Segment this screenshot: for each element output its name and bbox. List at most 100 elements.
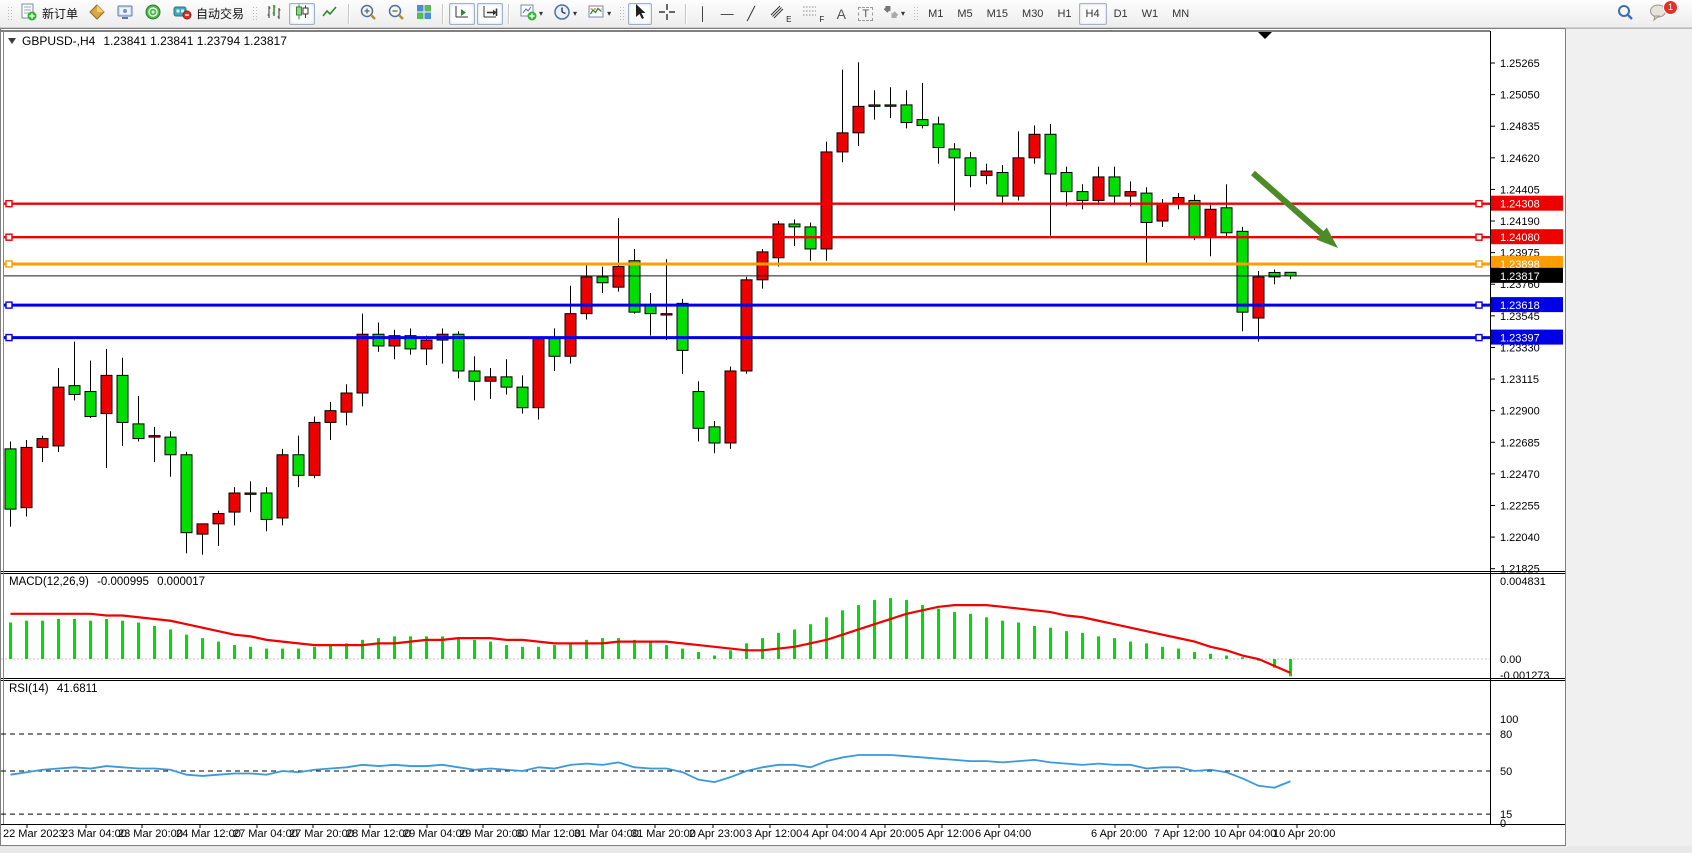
candle-body: [421, 340, 432, 349]
arrows-button[interactable]: ▾: [879, 3, 909, 25]
price-tick-label: 1.22685: [1500, 437, 1540, 449]
line-handle: [6, 201, 12, 207]
channel-icon: [768, 3, 786, 24]
tab-timeframe-m5[interactable]: M5: [950, 3, 979, 25]
search-icon: [1616, 3, 1634, 24]
candle-body: [821, 152, 832, 249]
line-handle: [1476, 335, 1482, 341]
crosshair-button[interactable]: [654, 3, 680, 25]
fibonacci-icon: [801, 3, 819, 24]
macd-axis-label: 0.004831: [1500, 576, 1546, 588]
text-label-button[interactable]: T: [854, 3, 877, 25]
time-tick-label: 22 Mar 2023: [3, 828, 65, 840]
candle-body: [357, 334, 368, 393]
price-tick-label: 1.23545: [1500, 311, 1540, 323]
tab-timeframe-h1[interactable]: H1: [1050, 3, 1078, 25]
candle-body: [85, 392, 96, 417]
trendline-button[interactable]: ╱: [740, 3, 762, 25]
candle-body: [1061, 173, 1072, 192]
candle-body: [149, 436, 160, 437]
new-order-button[interactable]: 新订单: [16, 3, 82, 25]
templates-button[interactable]: ▾: [583, 3, 615, 25]
rsi-name: RSI(14): [9, 683, 49, 695]
chart-ohlc-values: 1.23841 1.23841 1.23794 1.23817: [103, 34, 287, 48]
text-button[interactable]: A: [830, 3, 852, 25]
candle-body: [533, 339, 544, 408]
line-handle: [6, 302, 12, 308]
rsi-axis-label: 50: [1500, 766, 1512, 778]
vertical-line-button[interactable]: │: [692, 3, 714, 25]
notifications-button[interactable]: 1: [1645, 3, 1673, 25]
horizontal-line-button[interactable]: —: [716, 3, 738, 25]
toolbar-separator: [508, 4, 510, 24]
toolbar-grip: [913, 6, 918, 22]
trend-arrow: [1253, 173, 1329, 240]
chevron-down-icon: ▾: [607, 9, 611, 18]
tab-timeframe-m30[interactable]: M30: [1015, 3, 1050, 25]
collapse-icon[interactable]: [8, 38, 16, 44]
tab-timeframe-m1[interactable]: M1: [921, 3, 950, 25]
price-label-text: 1.23817: [1500, 271, 1540, 283]
candle-body: [1109, 177, 1120, 196]
zoom-out-button[interactable]: [383, 3, 409, 25]
candle-body: [741, 280, 752, 371]
candle-body: [53, 387, 64, 446]
auto-trading-button[interactable]: 自动交易: [168, 3, 248, 25]
time-tick-label: 30 Mar 12:00: [516, 828, 581, 840]
candle-body: [245, 493, 256, 494]
macd-value: -0.000995: [97, 576, 149, 588]
candle-body: [1045, 134, 1056, 174]
equidistant-channel-button[interactable]: E: [764, 3, 795, 25]
terminal-button[interactable]: [112, 3, 138, 25]
price-tick-label: 1.24835: [1500, 121, 1540, 133]
candle-body: [37, 439, 48, 448]
indicators-button[interactable]: ▾: [515, 3, 547, 25]
candle-body: [885, 105, 896, 106]
periods-button[interactable]: ▾: [549, 3, 581, 25]
candle-body: [1093, 177, 1104, 201]
candle-body: [501, 377, 512, 387]
tab-timeframe-d1[interactable]: D1: [1107, 3, 1135, 25]
candle-body: [373, 334, 384, 346]
chart-canvas[interactable]: 1.252651.250501.248351.246201.244051.241…: [1, 29, 1565, 845]
time-tick-label: 10 Apr 04:00: [1214, 828, 1276, 840]
signals-button[interactable]: [140, 3, 166, 25]
chevron-down-icon: ▾: [539, 9, 543, 18]
candle-body: [869, 105, 880, 106]
time-tick-label: 4 Apr 20:00: [861, 828, 917, 840]
notification-badge: 1: [1663, 0, 1678, 15]
history-center-button[interactable]: [84, 3, 110, 25]
candle-body: [1205, 209, 1216, 237]
tile-windows-button[interactable]: [411, 3, 437, 25]
line-chart-button[interactable]: [317, 3, 343, 25]
chart-symbol-period: GBPUSD-,H4: [22, 34, 95, 48]
rsi-axis-label: 0: [1500, 818, 1506, 830]
candle-body: [197, 524, 208, 534]
bar-chart-button[interactable]: [261, 3, 287, 25]
candle-body: [709, 427, 720, 443]
auto-scroll-button[interactable]: [449, 3, 475, 25]
candle-body: [901, 105, 912, 123]
time-tick-label: 31 Mar 04:00: [574, 828, 639, 840]
macd-signal-value: 0.000017: [157, 576, 205, 588]
time-tick-label: 28 Mar 12:00: [346, 828, 411, 840]
candle-body: [565, 314, 576, 357]
candlestick-chart-button[interactable]: [289, 3, 315, 25]
fibonacci-button[interactable]: F: [797, 3, 828, 25]
tab-timeframe-m15[interactable]: M15: [980, 3, 1015, 25]
candle-body: [773, 224, 784, 258]
candle-body: [837, 133, 848, 152]
zoom-in-button[interactable]: [355, 3, 381, 25]
price-tick-label: 1.24620: [1500, 153, 1540, 165]
search-button[interactable]: [1612, 3, 1638, 25]
cursor-button[interactable]: [628, 3, 652, 25]
candle-body: [581, 277, 592, 314]
tab-timeframe-w1[interactable]: W1: [1135, 3, 1166, 25]
time-tick-label: 5 Apr 12:00: [918, 828, 974, 840]
tab-timeframe-mn[interactable]: MN: [1165, 3, 1196, 25]
chart-shift-button[interactable]: [477, 3, 503, 25]
arrows-icon: [883, 3, 899, 24]
line-handle: [1476, 302, 1482, 308]
tab-timeframe-h4[interactable]: H4: [1079, 3, 1107, 25]
line-handle: [1476, 234, 1482, 240]
